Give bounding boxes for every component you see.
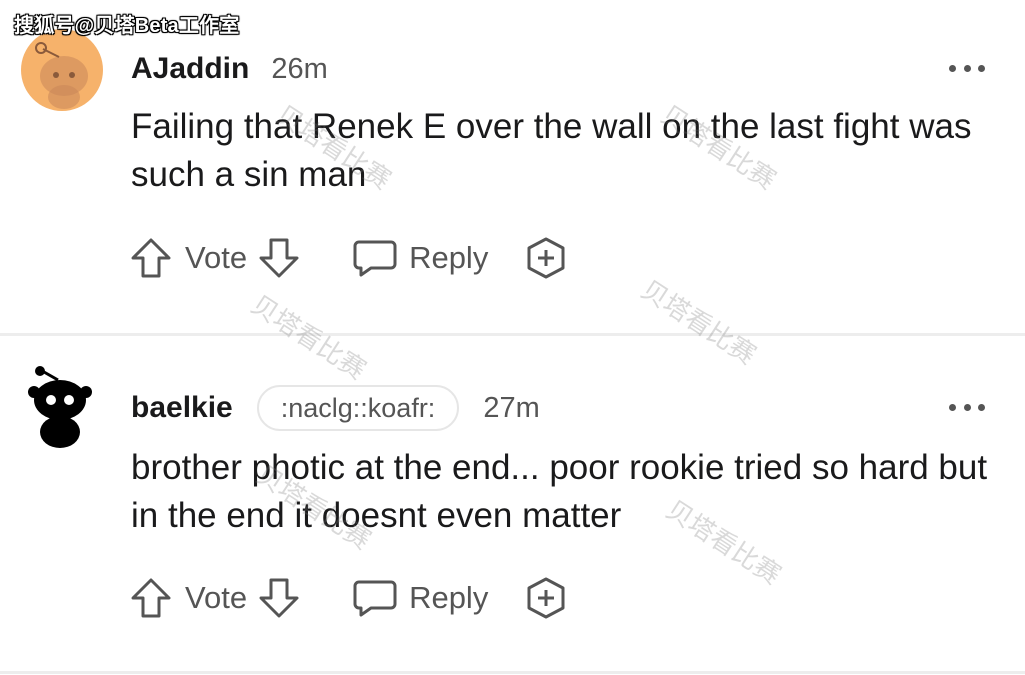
username[interactable]: AJaddin (131, 52, 249, 86)
vote-group: Vote (129, 576, 301, 620)
upvote-icon[interactable] (129, 576, 173, 620)
comment: AJaddin 26m Failing that Renek E over th… (0, 0, 1025, 334)
timestamp: 27m (483, 391, 540, 424)
comment-actions: Vote Reply (129, 234, 568, 282)
reply-button[interactable]: Reply (353, 578, 488, 618)
divider (0, 671, 1025, 674)
comment-header: AJaddin 26m (131, 50, 328, 88)
divider (0, 333, 1025, 336)
comment-thread: 搜狐号@贝塔Beta工作室 AJaddin 26m Failing that R… (0, 0, 1025, 675)
timestamp: 26m (271, 52, 328, 85)
vote-label: Vote (185, 240, 248, 275)
reply-bubble-icon (353, 578, 397, 618)
more-dots-icon[interactable] (949, 62, 985, 74)
downvote-icon[interactable] (257, 236, 301, 280)
user-flair: :naclg::koafr: (256, 385, 460, 431)
more-dots-icon[interactable] (949, 401, 985, 413)
comment-body: brother photic at the end... poor rookie… (131, 448, 988, 535)
downvote-icon[interactable] (257, 576, 301, 620)
avatar[interactable] (21, 29, 103, 111)
reply-label: Reply (409, 240, 489, 275)
comment-actions: Vote Reply (129, 574, 568, 622)
comment: baelkie :naclg::koafr: 27m brother photi… (0, 337, 1025, 675)
reply-button[interactable]: Reply (353, 238, 488, 278)
reply-bubble-icon (353, 238, 397, 278)
vote-label: Vote (185, 580, 248, 615)
award-plus-icon[interactable] (524, 236, 568, 280)
comment-body: Failing that Renek E over the wall on th… (131, 107, 972, 194)
source-watermark: 搜狐号@贝塔Beta工作室 (14, 15, 240, 37)
reply-label: Reply (409, 580, 489, 615)
vote-group: Vote (129, 236, 301, 280)
upvote-icon[interactable] (129, 236, 173, 280)
comment-header: baelkie :naclg::koafr: 27m (131, 385, 540, 431)
avatar[interactable] (24, 364, 96, 450)
username[interactable]: baelkie (131, 391, 233, 425)
award-plus-icon[interactable] (524, 576, 568, 620)
